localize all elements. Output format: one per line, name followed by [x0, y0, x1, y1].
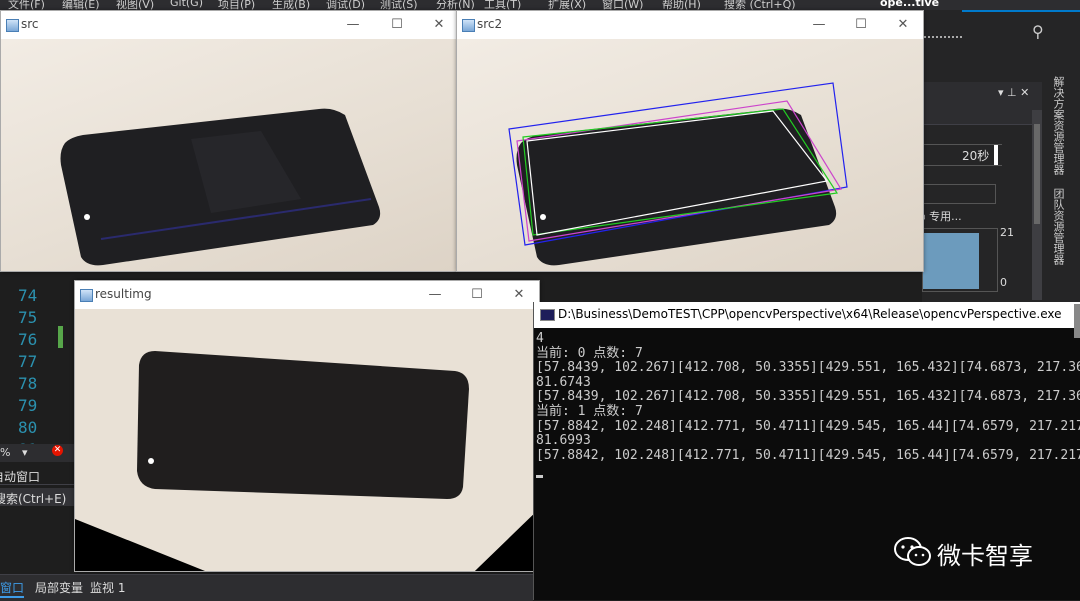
wechat-icon	[894, 537, 931, 566]
console-line: 当前: 0 点数: 7	[536, 345, 643, 361]
window-resultimg: resultimg — ☐ ✕	[74, 280, 540, 572]
diag-tool-header: ▾ ⊥ ✕	[922, 82, 1042, 125]
menu-help[interactable]: 帮助(H)	[662, 0, 701, 10]
maximize-icon[interactable]: ☐	[467, 285, 487, 305]
console-line: [57.8842, 102.248][412.771, 50.4711][429…	[536, 447, 1080, 463]
line-number: 75	[18, 308, 38, 327]
gauge-bottom: 0	[1000, 276, 1007, 289]
timeline: 20秒	[922, 144, 1002, 166]
minimize-icon[interactable]: —	[343, 15, 363, 35]
menu-extensions[interactable]: 扩展(X)	[548, 0, 586, 10]
autos-title: 自动窗口	[0, 466, 74, 485]
app-icon	[6, 19, 19, 32]
console-titlebar[interactable]: D:\Business\DemoTEST\CPP\opencvPerspecti…	[534, 302, 1080, 328]
graph-box	[922, 184, 996, 204]
close-icon[interactable]: ✕	[893, 15, 913, 35]
line-number: 80	[18, 418, 38, 437]
menu-tools[interactable]: 工具(T)	[484, 0, 521, 10]
search-box[interactable]: 搜索 (Ctrl+Q)	[724, 0, 796, 10]
window-title: src2	[477, 17, 503, 31]
solution-name: ope...tive	[880, 0, 940, 9]
warped-photo	[75, 309, 539, 571]
console-output: 4 当前: 0 点数: 7 [57.8439, 102.267][412.708, …	[536, 331, 1080, 478]
menu-build[interactable]: 生成(B)	[272, 0, 310, 10]
zoom-dropdown-icon[interactable]: ▾	[22, 446, 28, 459]
tab-autos[interactable]: 自动窗口	[0, 579, 25, 598]
console-icon	[540, 309, 555, 321]
window-title: resultimg	[95, 287, 152, 301]
title-accent	[962, 10, 1080, 12]
console-line: [57.8842, 102.248][412.771, 50.4711][429…	[536, 418, 1080, 434]
menu-test[interactable]: 测试(S)	[380, 0, 418, 10]
window-titlebar[interactable]: resultimg — ☐ ✕	[75, 281, 539, 309]
console-scrollbar[interactable]	[1074, 304, 1080, 338]
maximize-icon[interactable]: ☐	[387, 15, 407, 35]
line-number: 77	[18, 352, 38, 371]
console-line: 81.6743	[536, 374, 591, 390]
pin-icon[interactable]: ⚲	[1032, 22, 1044, 41]
tab-locals[interactable]: 局部变量	[35, 579, 83, 596]
console-line: 4	[536, 331, 544, 346]
result-image	[75, 309, 539, 571]
error-icon[interactable]: ✕	[52, 445, 63, 456]
zoom-level[interactable]: %	[0, 446, 10, 459]
src-image	[1, 39, 457, 271]
contour-overlay	[508, 82, 848, 266]
dropdown-icon[interactable]: ▾ ⊥ ✕	[998, 86, 1029, 99]
menu-git[interactable]: Git(G)	[170, 0, 203, 9]
console-line: 当前: 1 点数: 7	[536, 403, 643, 419]
side-tab-solution[interactable]: 解决方案资源管理器	[1052, 76, 1066, 175]
change-marker	[58, 326, 63, 348]
toolbar-icons	[924, 36, 962, 44]
gauge-top: 21	[1000, 226, 1014, 239]
menu-project[interactable]: 项目(P)	[218, 0, 255, 10]
menu-window[interactable]: 窗口(W)	[602, 0, 643, 10]
line-number: 74	[18, 286, 38, 305]
window-src: src — ☐ ✕	[0, 10, 458, 272]
line-number: 79	[18, 396, 38, 415]
vs-menu-bar: 文件(F) 编辑(E) 视图(V) Git(G) 项目(P) 生成(B) 调试(…	[0, 0, 1080, 10]
close-icon[interactable]: ✕	[429, 15, 449, 35]
bottom-tabs: 自动窗口 局部变量 监视 1	[0, 574, 533, 601]
menu-debug[interactable]: 调试(D)	[326, 0, 365, 10]
zoom-bar: % ▾ ✕	[0, 444, 74, 462]
tab-watch[interactable]: 监视 1	[90, 579, 125, 596]
maximize-icon[interactable]: ☐	[851, 15, 871, 35]
menu-file[interactable]: 文件(F)	[8, 0, 45, 10]
timeline-marker	[994, 145, 998, 165]
window-titlebar[interactable]: src — ☐ ✕	[1, 11, 457, 39]
console-title: D:\Business\DemoTEST\CPP\opencvPerspecti…	[558, 307, 1062, 321]
watermark-text: 微卡智享	[937, 542, 1033, 570]
line-number: 78	[18, 374, 38, 393]
console-cursor	[536, 474, 543, 478]
window-src2: src2 — ☐ ✕	[456, 10, 924, 272]
phone-photo	[60, 108, 381, 266]
vs-editor-left: 74 75 76 77 78 79 80 81 % ▾ ✕ 自动窗口 搜索(Ct…	[0, 268, 74, 600]
menu-view[interactable]: 视图(V)	[116, 0, 154, 10]
console-line: [57.8439, 102.267][412.708, 50.3355][429…	[536, 360, 1080, 376]
console-line: 81.6993	[536, 433, 591, 449]
menu-edit[interactable]: 编辑(E)	[62, 0, 100, 10]
close-icon[interactable]: ✕	[509, 285, 529, 305]
timer-label: 20秒	[962, 149, 990, 163]
menu-analyze[interactable]: 分析(N)	[436, 0, 475, 10]
panel-scrollbar[interactable]	[1032, 110, 1042, 300]
minimize-icon[interactable]: —	[809, 15, 829, 35]
watermark: 微卡智享	[893, 532, 1063, 572]
memory-chart	[922, 228, 998, 292]
side-tab-team[interactable]: 团队资源管理器	[1052, 188, 1066, 265]
autos-search[interactable]: 搜索(Ctrl+E)	[0, 488, 74, 506]
console-line: [57.8439, 102.267][412.708, 50.3355][429…	[536, 389, 1080, 405]
memory-bar	[923, 233, 979, 289]
minimize-icon[interactable]: —	[425, 285, 445, 305]
app-icon	[462, 19, 475, 32]
line-number: 76	[18, 330, 38, 349]
window-title: src	[21, 17, 39, 31]
src2-image	[457, 39, 923, 271]
app-icon	[80, 289, 93, 302]
window-titlebar[interactable]: src2 — ☐ ✕	[457, 11, 923, 39]
